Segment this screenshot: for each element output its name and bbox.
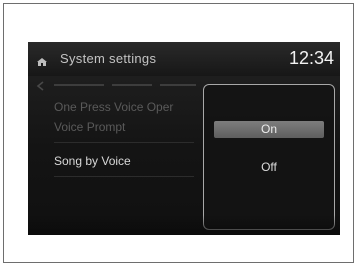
list-item-label: Voice Prompt: [54, 120, 126, 134]
option-off[interactable]: Off: [214, 159, 324, 176]
device-screen: System settings 12:34 One Press Voice Op…: [28, 42, 340, 235]
sub-nav-segment: [112, 84, 152, 86]
title-bar: System settings 12:34: [28, 42, 340, 76]
sub-navigation-bar: [32, 76, 200, 92]
home-icon[interactable]: [36, 54, 48, 66]
sub-nav-segment: [54, 84, 104, 86]
sub-nav-segment: [160, 84, 196, 86]
page-title: System settings: [60, 51, 157, 66]
clock: 12:34: [288, 48, 334, 68]
back-arrow-icon[interactable]: [36, 78, 46, 96]
list-divider: [54, 176, 194, 177]
figure-frame: System settings 12:34 One Press Voice Op…: [3, 3, 354, 263]
option-on[interactable]: On: [214, 121, 324, 138]
list-item[interactable]: Voice Prompt: [28, 116, 198, 138]
bottom-fade: [28, 215, 340, 235]
list-item-label: Song by Voice: [54, 154, 131, 168]
list-item[interactable]: One Press Voice Oper: [28, 96, 198, 118]
list-item-label: One Press Voice Oper: [54, 100, 174, 114]
option-popup: On Off: [203, 84, 335, 230]
list-divider: [54, 142, 194, 143]
list-item-selected[interactable]: Song by Voice: [28, 150, 198, 172]
